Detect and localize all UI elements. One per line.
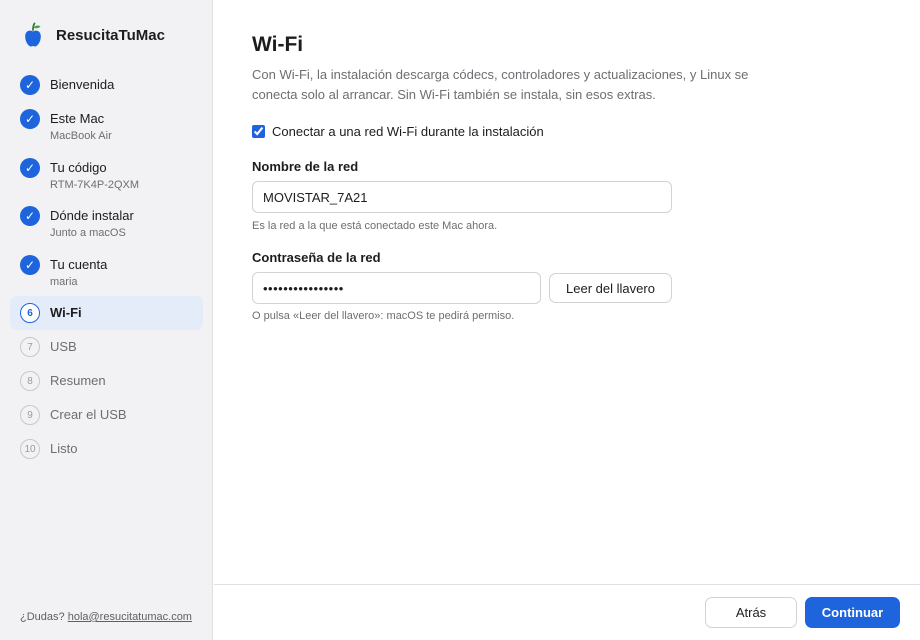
help-text: ¿Dudas? hola@resucitatumac.com bbox=[20, 611, 192, 623]
step-label: Listo bbox=[50, 441, 78, 456]
connect-wifi-checkbox[interactable] bbox=[252, 125, 265, 138]
help-prefix: ¿Dudas? bbox=[20, 611, 65, 623]
sidebar-step-3[interactable]: ✓ Tu código RTM-7K4P-2QXM bbox=[10, 151, 203, 200]
sidebar-step-10: 10 Listo bbox=[10, 432, 203, 466]
step-texts: Crear el USB bbox=[50, 398, 127, 423]
page-description: Con Wi-Fi, la instalación descarga códec… bbox=[252, 67, 749, 102]
back-button[interactable]: Atrás bbox=[705, 597, 797, 628]
step-texts: Este Mac MacBook Air bbox=[50, 102, 112, 143]
network-password-hint: O pulsa «Leer del llavero»: macOS te ped… bbox=[252, 310, 515, 322]
step-texts: Tu cuenta maria bbox=[50, 248, 107, 289]
step-label: Resumen bbox=[50, 373, 106, 388]
step-label: Tu código bbox=[50, 159, 107, 175]
step-label: Dónde instalar bbox=[50, 208, 134, 223]
network-name-input[interactable] bbox=[252, 181, 672, 213]
step-number-badge: 6 bbox=[20, 303, 40, 323]
sidebar-step-4[interactable]: ✓ Dónde instalar Junto a macOS bbox=[10, 199, 203, 248]
brand: ResucitaTuMac bbox=[22, 22, 165, 48]
step-texts: Resumen bbox=[50, 364, 106, 389]
step-label: Wi-Fi bbox=[50, 305, 82, 320]
step-sublabel: Junto a macOS bbox=[50, 227, 126, 239]
sidebar-step-9: 9 Crear el USB bbox=[10, 398, 203, 432]
step-number-badge: 9 bbox=[20, 405, 40, 425]
sidebar-step-2[interactable]: ✓ Este Mac MacBook Air bbox=[10, 102, 203, 151]
step-number-badge: 10 bbox=[20, 439, 40, 459]
network-password-input[interactable] bbox=[252, 272, 541, 304]
step-texts: Wi-Fi bbox=[50, 296, 82, 321]
sidebar: ResucitaTuMac ✓ Bienvenida ✓ Este Mac MacBoo… bbox=[0, 0, 213, 640]
sidebar-step-1[interactable]: ✓ Bienvenida bbox=[10, 68, 203, 102]
sidebar-step-6[interactable]: 6 Wi-Fi bbox=[10, 296, 203, 330]
continue-button[interactable]: Continuar bbox=[805, 597, 900, 628]
checkmark-icon: ✓ bbox=[20, 254, 40, 275]
main-panel: Wi-Fi Con Wi-Fi, la instalación descarga… bbox=[214, 0, 920, 640]
app-name: ResucitaTuMac bbox=[56, 26, 165, 44]
connect-wifi-label: Conectar a una red Wi-Fi durante la inst… bbox=[272, 124, 544, 139]
step-number-badge: 8 bbox=[20, 371, 40, 391]
checkmark-icon: ✓ bbox=[20, 75, 40, 95]
sidebar-step-5[interactable]: ✓ Tu cuenta maria bbox=[10, 248, 203, 297]
checkmark-icon: ✓ bbox=[20, 157, 40, 178]
footer-bar: Atrás Continuar bbox=[214, 584, 920, 640]
sidebar-step-8: 8 Resumen bbox=[10, 364, 203, 398]
step-sublabel: maria bbox=[50, 275, 78, 288]
checkmark-icon: ✓ bbox=[20, 109, 40, 129]
step-texts: USB bbox=[50, 330, 77, 355]
step-sublabel: RTM-7K4P-2QXM bbox=[50, 178, 140, 191]
step-label: Crear el USB bbox=[50, 407, 127, 422]
help-email-link[interactable]: hola@resucitatumac.com bbox=[68, 611, 192, 623]
connect-wifi-option[interactable]: Conectar a una red Wi-Fi durante la inst… bbox=[252, 124, 544, 139]
step-texts: Tu código RTM-7K4P-2QXM bbox=[50, 151, 139, 192]
step-number-badge: 7 bbox=[20, 337, 40, 357]
step-label: Bienvenida bbox=[50, 77, 115, 92]
network-password-label: Contraseña de la red bbox=[252, 250, 381, 265]
step-label: USB bbox=[50, 339, 77, 354]
step-sublabel: MacBook Air bbox=[50, 130, 112, 142]
page-title: Wi-Fi bbox=[252, 33, 304, 56]
checkmark-icon: ✓ bbox=[20, 206, 40, 226]
step-texts: Dónde instalar Junto a macOS bbox=[50, 199, 134, 240]
step-texts: Listo bbox=[50, 432, 77, 457]
network-name-hint: Es la red a la que está conectado este M… bbox=[252, 220, 498, 232]
step-texts: Bienvenida bbox=[50, 68, 114, 93]
step-list: ✓ Bienvenida ✓ Este Mac MacBook Air ✓ Tu códig… bbox=[10, 68, 203, 466]
sidebar-step-7: 7 USB bbox=[10, 330, 203, 364]
step-label: Este Mac bbox=[50, 111, 105, 126]
step-label: Tu cuenta bbox=[50, 256, 108, 272]
network-name-label: Nombre de la red bbox=[252, 159, 359, 174]
apple-icon bbox=[25, 22, 41, 47]
read-keychain-button[interactable]: Leer del llavero bbox=[549, 273, 672, 303]
